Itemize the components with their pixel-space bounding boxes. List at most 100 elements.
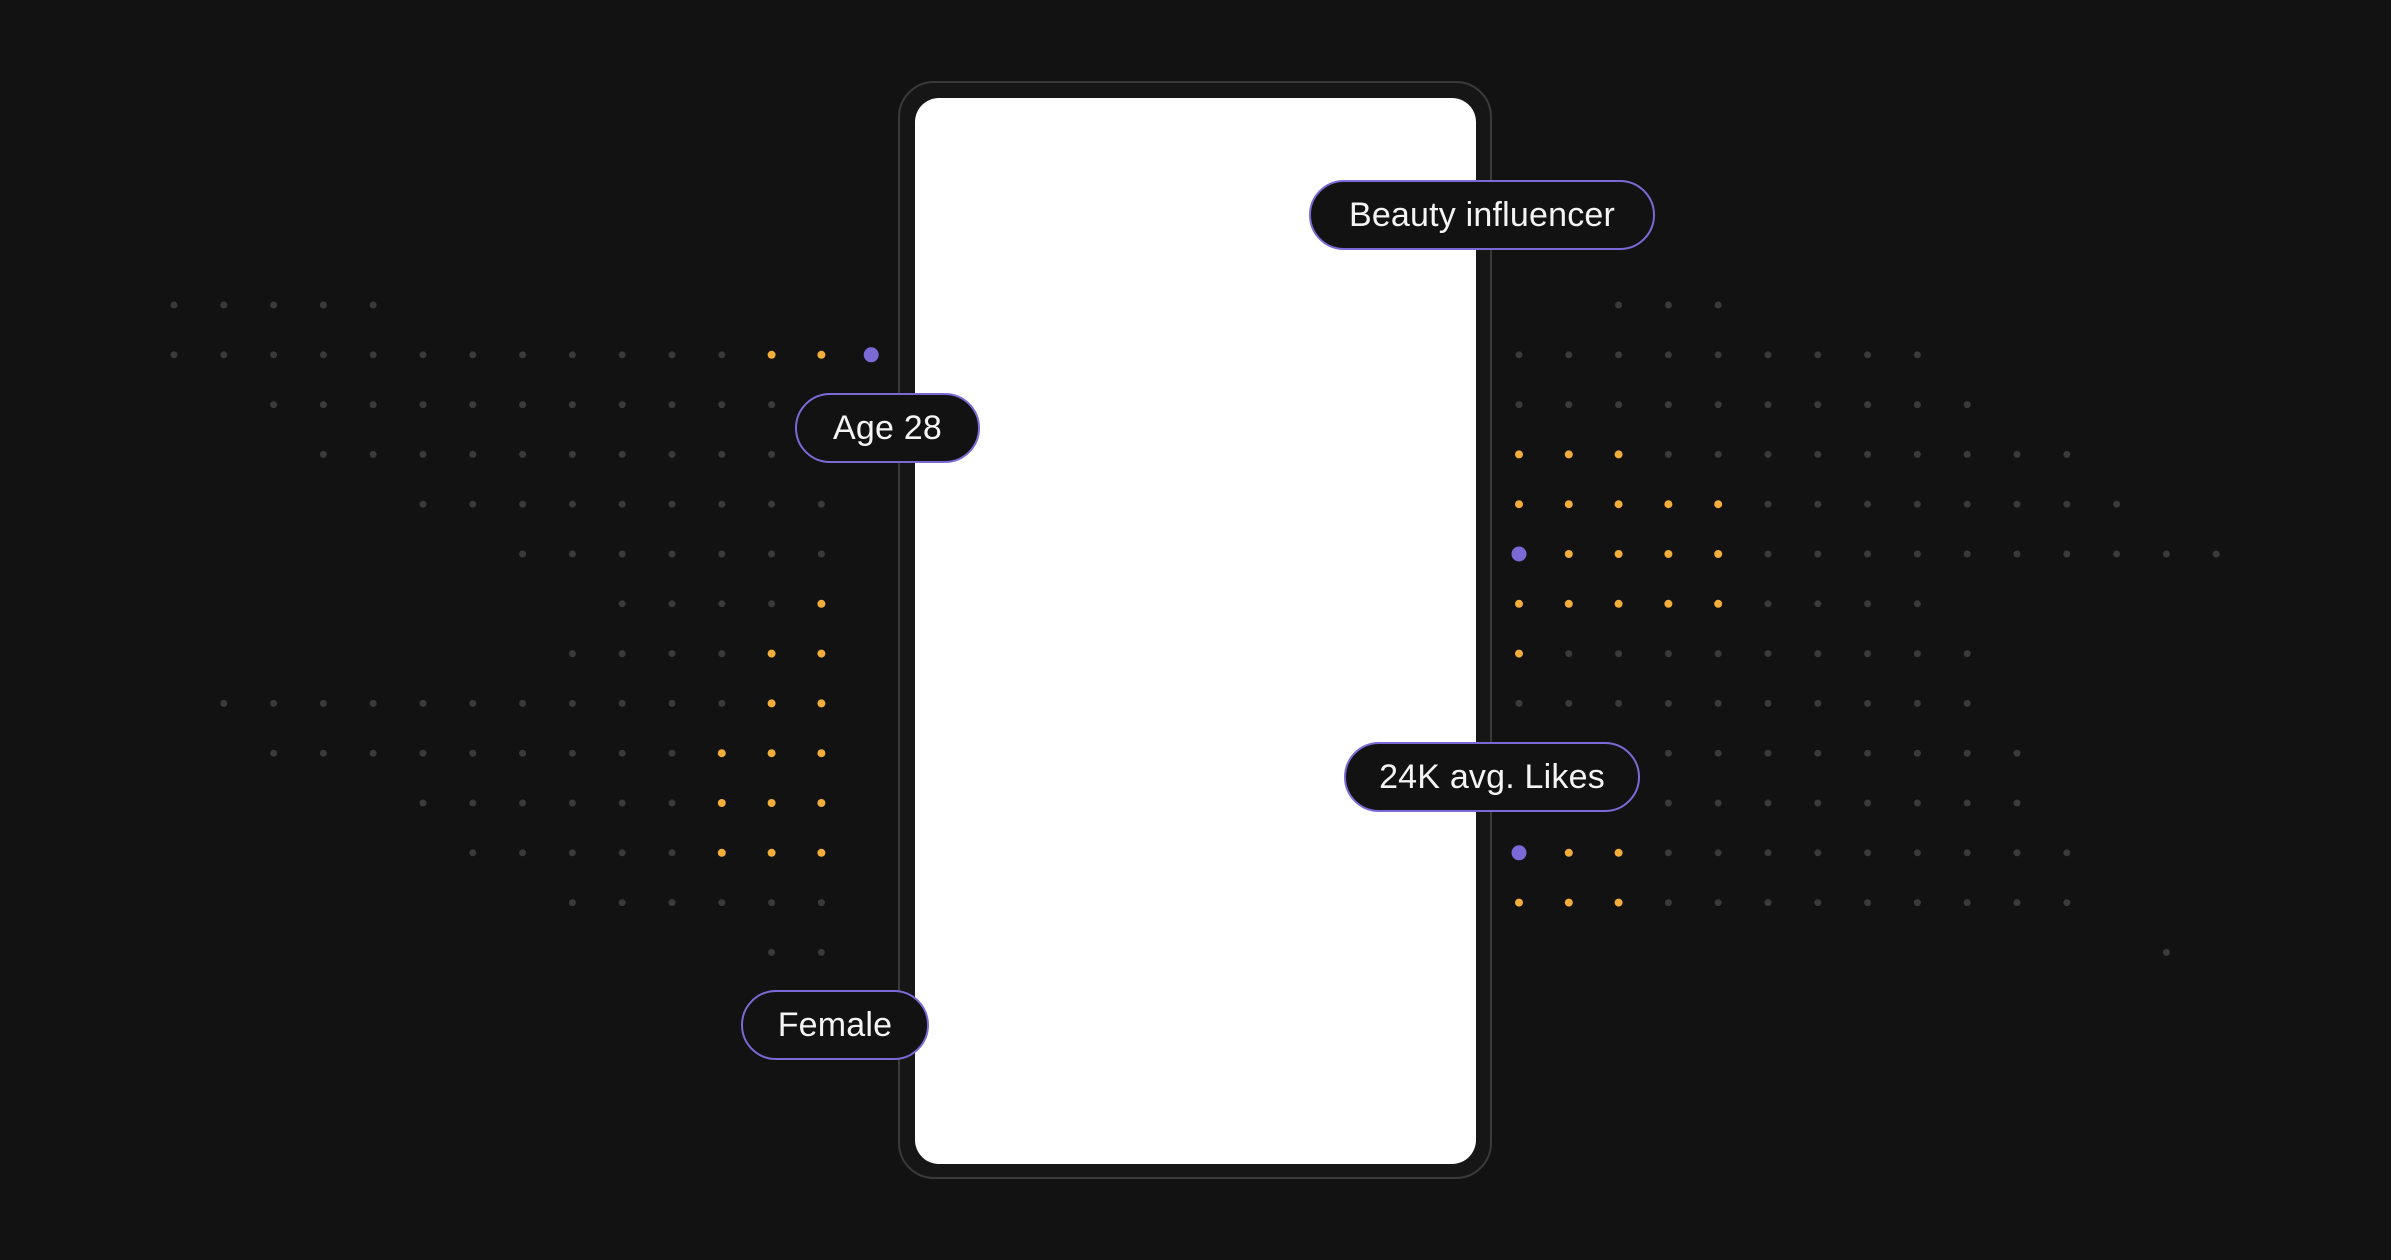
map-dot	[817, 848, 826, 857]
map-dot	[419, 401, 427, 409]
map-dot	[1565, 351, 1573, 359]
map-dot	[618, 450, 626, 458]
map-dot	[319, 401, 327, 409]
map-dot	[369, 351, 377, 359]
map-dot	[2162, 948, 2170, 956]
map-dot	[718, 500, 726, 508]
map-dot	[319, 699, 327, 707]
map-dot	[1714, 749, 1722, 757]
map-dot	[1913, 799, 1921, 807]
map-dot	[1664, 450, 1672, 458]
map-dot	[1864, 699, 1872, 707]
map-dot	[2113, 500, 2121, 508]
map-dot	[1614, 500, 1623, 509]
map-dot	[618, 899, 626, 907]
map-dot	[369, 450, 377, 458]
map-dot	[1864, 351, 1872, 359]
map-dot	[668, 450, 676, 458]
map-dot	[1614, 599, 1623, 608]
map-dot	[519, 351, 527, 359]
map-dot	[1913, 650, 1921, 658]
map-dot	[519, 749, 527, 757]
map-dot	[1664, 650, 1672, 658]
map-dot	[1714, 650, 1722, 658]
map-dot	[718, 450, 726, 458]
map-dot	[568, 550, 576, 558]
map-dot	[1864, 450, 1872, 458]
map-dot	[618, 749, 626, 757]
map-dot	[1764, 849, 1772, 857]
map-dot	[1615, 699, 1623, 707]
map-dot	[1963, 799, 1971, 807]
map-dot	[768, 401, 776, 409]
map-dot	[668, 699, 676, 707]
map-dot	[618, 550, 626, 558]
map-dot	[270, 699, 278, 707]
map-dot	[519, 849, 527, 857]
map-dot	[369, 749, 377, 757]
map-dot	[1764, 650, 1772, 658]
map-dot	[1664, 301, 1672, 309]
map-dot	[1963, 650, 1971, 658]
map-dot	[668, 899, 676, 907]
map-dot	[2013, 450, 2021, 458]
map-dot	[1764, 600, 1772, 608]
map-dot	[2113, 550, 2121, 558]
map-dot	[1913, 749, 1921, 757]
map-dot	[1814, 899, 1822, 907]
map-dot	[618, 650, 626, 658]
map-dot	[718, 699, 726, 707]
map-dot	[469, 799, 477, 807]
map-dot	[369, 699, 377, 707]
map-dot	[469, 749, 477, 757]
map-dot	[2013, 799, 2021, 807]
map-dot	[1714, 599, 1723, 608]
map-dot	[1864, 600, 1872, 608]
map-dot	[1963, 699, 1971, 707]
map-dot	[469, 849, 477, 857]
map-dot	[1515, 401, 1523, 409]
map-dot	[1764, 799, 1772, 807]
map-dot	[519, 500, 527, 508]
map-dot	[1564, 599, 1573, 608]
map-dot	[369, 401, 377, 409]
map-dot	[817, 699, 826, 708]
map-dot	[668, 351, 676, 359]
map-dot	[519, 799, 527, 807]
map-dot	[1864, 550, 1872, 558]
map-dot	[469, 401, 477, 409]
map-dot	[1664, 749, 1672, 757]
map-dot	[1664, 799, 1672, 807]
map-dot	[817, 948, 825, 956]
map-dot	[568, 899, 576, 907]
map-dot	[1913, 699, 1921, 707]
map-dot	[817, 500, 825, 508]
map-dot	[668, 401, 676, 409]
map-dot	[2212, 550, 2220, 558]
map-dot	[1814, 450, 1822, 458]
map-dot	[1913, 600, 1921, 608]
map-dot	[717, 848, 726, 857]
map-dot	[1963, 749, 1971, 757]
map-dot	[319, 450, 327, 458]
map-dot	[568, 351, 576, 359]
map-dot	[1814, 500, 1822, 508]
map-dot	[817, 799, 826, 807]
map-dot	[519, 401, 527, 409]
map-dot	[419, 799, 427, 807]
map-dot	[1664, 899, 1672, 907]
map-dot	[817, 350, 826, 359]
map-dot	[1913, 849, 1921, 857]
map-dot	[1714, 401, 1722, 409]
map-dot	[618, 799, 626, 807]
map-dot	[1764, 500, 1772, 508]
map-dot	[419, 500, 427, 508]
map-dot	[768, 500, 776, 508]
hero-scene: Beauty influencer Age 28 24K avg. Likes …	[0, 0, 2391, 1260]
map-dot	[768, 899, 776, 907]
map-dot	[419, 749, 427, 757]
map-dot	[1614, 550, 1623, 558]
tag-avg-likes: 24K avg. Likes	[1344, 742, 1640, 812]
map-dot	[2013, 899, 2021, 907]
map-dot	[1714, 699, 1722, 707]
